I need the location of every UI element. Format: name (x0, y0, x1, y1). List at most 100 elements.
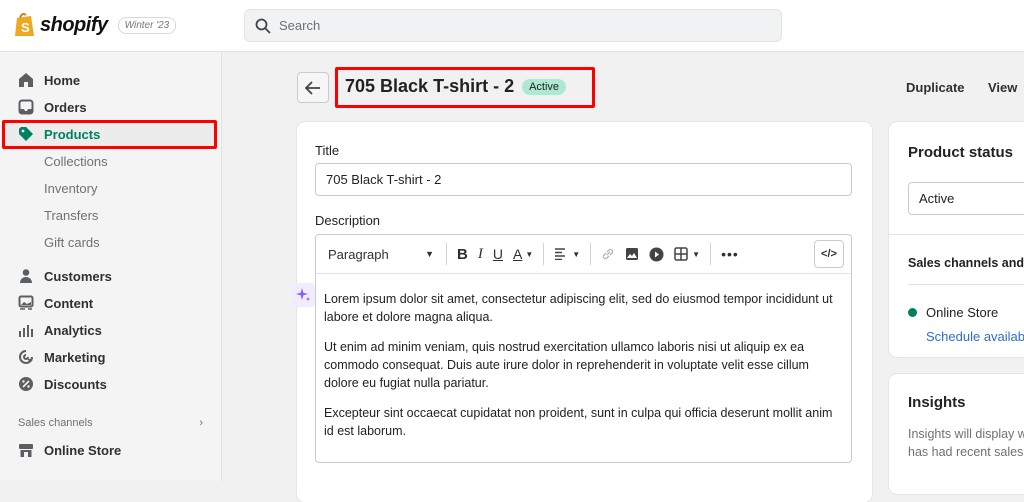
top-bar: S shopify Winter '23 Search (0, 0, 1024, 52)
caret-down-icon: ▼ (572, 249, 581, 259)
text-color-icon: A (512, 246, 523, 262)
sidebar-item-label: Gift cards (44, 234, 100, 250)
title-input[interactable]: 705 Black T-shirt - 2 (315, 163, 852, 196)
product-status-title: Product status (908, 144, 1014, 161)
bold-button[interactable]: B (457, 242, 468, 266)
sidebar-item-products[interactable]: Products (18, 124, 100, 144)
caret-down-icon: ▼ (425, 249, 434, 259)
description-content[interactable]: Lorem ipsum dolor sit amet, consectetur … (316, 274, 851, 440)
more-options-icon[interactable]: ••• (721, 242, 739, 266)
description-label: Description (315, 213, 381, 228)
sidebar-item-label: Collections (44, 153, 108, 169)
sidebar-item-label: Discounts (44, 376, 107, 392)
shopify-logo[interactable]: S shopify Winter '23 (14, 12, 177, 38)
sidebar-item-label: Content (44, 295, 94, 311)
sparkle-icon (296, 288, 310, 301)
ai-sparkle-button[interactable] (291, 283, 315, 307)
discount-icon (19, 377, 33, 391)
bar-chart-icon (19, 325, 33, 337)
underline-button[interactable]: U (493, 242, 503, 266)
insights-title: Insights (908, 394, 966, 411)
sidebar-item-analytics[interactable]: Analytics (18, 320, 102, 340)
brand-name: shopify (40, 13, 108, 36)
sales-channels-heading: Sales channels and a (908, 256, 1024, 270)
sidebar-item-home[interactable]: Home (18, 70, 80, 90)
sidebar-item-discounts[interactable]: Discounts (18, 374, 107, 394)
sidebar-item-content[interactable]: Content (18, 293, 93, 313)
status-select[interactable]: Active (908, 182, 1024, 215)
paragraph: Lorem ipsum dolor sit amet, consectetur … (324, 292, 833, 324)
sidebar-item-orders[interactable]: Orders (18, 97, 87, 117)
store-icon (19, 444, 33, 457)
sidebar-item-online-store[interactable]: Online Store (18, 440, 121, 460)
sales-channels-header[interactable]: Sales channels › (18, 417, 203, 429)
tag-icon (19, 127, 33, 141)
align-left-icon (555, 248, 566, 260)
sidebar-item-transfers[interactable]: Transfers (44, 205, 98, 225)
paragraph: Ut enim ad minim veniam, quis nostrud ex… (324, 340, 809, 390)
sidebar-item-inventory[interactable]: Inventory (44, 178, 97, 198)
sales-channels-label: Sales channels (18, 417, 93, 429)
table-button[interactable]: ▼ (674, 242, 700, 266)
divider (710, 243, 712, 265)
content-icon (18, 295, 34, 310)
search-placeholder: Search (279, 18, 321, 33)
sidebar-item-label: Home (44, 72, 81, 88)
status-dot (908, 308, 917, 317)
sidebar-item-label: Orders (44, 99, 87, 115)
sidebar-item-label: Transfers (44, 207, 99, 223)
align-button[interactable]: ▼ (554, 242, 580, 266)
shopify-bag-icon: S (15, 13, 34, 36)
search-icon (255, 18, 271, 34)
channel-online-store: Online Store (926, 305, 999, 320)
video-button[interactable] (649, 242, 664, 266)
schedule-availability-link[interactable]: Schedule availabi (926, 329, 1024, 344)
link-icon (602, 248, 614, 260)
format-value: Paragraph (328, 246, 389, 262)
caret-down-icon: ▼ (692, 249, 701, 259)
insights-text-line1: Insights will display w (908, 427, 1024, 441)
paragraph: Excepteur sint occaecat cupidatat non pr… (324, 406, 833, 438)
sidebar-item-collections[interactable]: Collections (44, 151, 108, 171)
italic-button[interactable]: I (478, 242, 483, 266)
sidebar-item-label: Analytics (44, 322, 102, 338)
image-icon (626, 248, 639, 260)
sidebar-item-label: Products (44, 126, 101, 142)
title-label: Title (315, 143, 340, 158)
target-icon (19, 350, 33, 364)
link-button[interactable] (601, 242, 615, 266)
home-icon (19, 73, 33, 87)
show-html-button[interactable]: </> (814, 240, 844, 268)
divider (908, 284, 1024, 285)
play-circle-icon (649, 247, 664, 261)
title-highlight-box (335, 67, 595, 108)
sidebar-item-gift-cards[interactable]: Gift cards (44, 232, 100, 252)
duplicate-button[interactable]: Duplicate (906, 80, 965, 95)
svg-text:S: S (21, 20, 30, 35)
divider (590, 243, 592, 265)
chevron-right-icon: › (199, 417, 203, 429)
back-button[interactable] (297, 72, 329, 103)
image-button[interactable] (625, 242, 639, 266)
description-editor[interactable]: Paragraph ▼ B I U A ▼ ▼ ▼ ••• </> Lorem ip… (315, 234, 852, 463)
divider (889, 234, 1024, 235)
sidebar-item-label: Online Store (44, 442, 122, 458)
sidebar-item-marketing[interactable]: Marketing (18, 347, 105, 367)
sidebar-item-label: Marketing (44, 349, 106, 365)
sidebar-item-label: Customers (44, 268, 112, 284)
divider (446, 243, 447, 265)
view-button[interactable]: View (988, 80, 1017, 95)
sidebar-item-label: Inventory (44, 180, 98, 196)
arrow-left-icon (305, 80, 320, 95)
format-select[interactable]: Paragraph ▼ (328, 242, 434, 266)
insights-text-line2: has had recent sales (908, 445, 1024, 459)
person-icon (20, 269, 32, 283)
editor-toolbar: Paragraph ▼ B I U A ▼ ▼ ▼ ••• </> (316, 235, 851, 274)
text-color-button[interactable]: A ▼ (513, 242, 533, 266)
sidebar-item-customers[interactable]: Customers (18, 266, 112, 286)
search-input[interactable]: Search (244, 9, 782, 42)
caret-down-icon: ▼ (525, 249, 534, 259)
table-icon (674, 247, 688, 261)
inbox-icon (18, 99, 34, 115)
release-badge: Winter '23 (117, 16, 177, 34)
